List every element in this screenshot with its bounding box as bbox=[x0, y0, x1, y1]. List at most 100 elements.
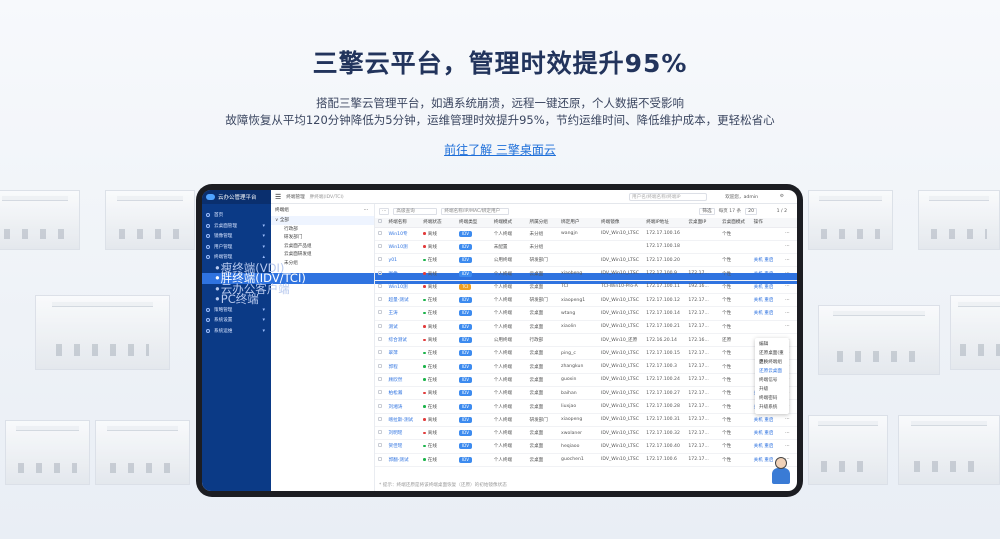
row-more-button[interactable]: ··· bbox=[782, 240, 797, 255]
learn-more-link[interactable]: 前往了解 三擎桌面云 bbox=[0, 141, 1000, 158]
table-search-input[interactable]: 终端名称/IP/MAC/绑定用户 bbox=[441, 207, 510, 215]
table-row[interactable]: 翠萍 在线 IDV 个人终端 云桌面 ping_c IDV_Win10_LTSC 172.17… bbox=[375, 346, 797, 361]
row-checkbox[interactable] bbox=[378, 310, 382, 315]
sidebar-item-2[interactable]: 镜像管理 ▾ bbox=[202, 231, 271, 242]
tree-node[interactable]: 云桌面研发组 bbox=[271, 250, 374, 259]
dropdown-option[interactable]: 升级系统 bbox=[755, 403, 789, 412]
row-checkbox-cell[interactable] bbox=[375, 266, 386, 281]
row-checkbox[interactable] bbox=[378, 323, 382, 328]
dropdown-option[interactable]: 终端密码 bbox=[755, 394, 789, 403]
row-checkbox-cell[interactable] bbox=[375, 453, 386, 467]
table-row[interactable]: Win10测 离线 IDV 未配置 未分组 172.17.100.18 ··· bbox=[375, 240, 797, 255]
table-row[interactable]: 贺佳瑶 在线 IDV 个人终端 云桌面 heqiaoo IDV_Win10_LTSC 172.… bbox=[375, 439, 797, 454]
more-button[interactable]: ··· bbox=[379, 207, 390, 215]
row-actions[interactable]: 关机 重启 bbox=[750, 293, 783, 308]
table-row[interactable]: y01 在线 IDV 公用终端 研发部门 IDV_Win10_LTSC 172.17.100… bbox=[375, 253, 797, 268]
terminal-name[interactable]: 郭翻-测试 bbox=[385, 453, 421, 467]
table-row[interactable]: 刘湘涛 在线 IDV 个人终端 云桌面 liuxjao IDV_Win10_LTSC 172.… bbox=[375, 399, 797, 414]
row-checkbox-cell[interactable] bbox=[375, 293, 386, 308]
row-checkbox[interactable] bbox=[378, 403, 382, 408]
row-more-button[interactable]: ··· bbox=[782, 306, 797, 321]
row-actions[interactable]: 关机 重启 bbox=[750, 439, 783, 454]
row-checkbox[interactable] bbox=[378, 283, 382, 288]
terminal-name[interactable]: 测试 bbox=[385, 320, 421, 334]
row-checkbox-cell[interactable] bbox=[375, 240, 386, 255]
row-checkbox[interactable] bbox=[378, 230, 382, 235]
row-more-button[interactable]: ··· bbox=[782, 266, 797, 281]
terminal-name[interactable]: 顾欣然 bbox=[385, 373, 421, 388]
row-checkbox[interactable] bbox=[378, 257, 382, 262]
row-checkbox[interactable] bbox=[378, 443, 382, 448]
tree-node[interactable]: 云桌面产品组 bbox=[271, 242, 374, 251]
sidebar-item-3[interactable]: 用户管理 ▾ bbox=[202, 242, 271, 253]
terminal-name[interactable]: 刘湘涛 bbox=[385, 399, 421, 414]
select-all-checkbox[interactable] bbox=[378, 219, 382, 224]
dropdown-option[interactable]: 升级 bbox=[755, 385, 789, 394]
row-checkbox[interactable] bbox=[378, 416, 382, 421]
table-row[interactable]: 刘明瑶 离线 IDV 个人终端 云桌面 xwolaner IDV_Win10_LTSC 172… bbox=[375, 426, 797, 441]
row-more-button[interactable]: ··· bbox=[782, 439, 797, 454]
terminal-name[interactable]: y01 bbox=[385, 253, 421, 268]
terminal-name[interactable]: Win10测 bbox=[385, 240, 421, 255]
row-checkbox-cell[interactable] bbox=[375, 359, 386, 374]
tree-node[interactable]: ∨ 全部 bbox=[271, 216, 374, 225]
row-checkbox[interactable] bbox=[378, 270, 382, 275]
pager[interactable]: 1 / 2 bbox=[777, 209, 787, 214]
sidebar-item-0[interactable]: 首页 bbox=[202, 210, 271, 221]
terminal-name[interactable]: Win10专 bbox=[385, 227, 421, 241]
table-row[interactable]: 综合测试 离线 IDV 公用终端 行政部 IDV_Win10_还原 172.16.20.14… bbox=[375, 333, 797, 348]
terminal-name[interactable]: 翠萍 bbox=[385, 346, 421, 361]
terminal-name[interactable]: 郭程 bbox=[385, 359, 421, 374]
terminal-name[interactable]: 喀拉斯-测试 bbox=[385, 413, 421, 427]
row-checkbox[interactable] bbox=[378, 363, 382, 368]
table-row[interactable]: 图像 离线 IDV 个人终端 云桌面 xiaobeng IDV_Win10_LTSC 172.… bbox=[375, 266, 797, 281]
dropdown-option[interactable]: 还原桌面(重启) bbox=[755, 349, 789, 365]
row-checkbox-cell[interactable] bbox=[375, 253, 386, 268]
row-checkbox-cell[interactable] bbox=[375, 320, 386, 334]
table-row[interactable]: 柏松瀚 离线 IDV 个人终端 云桌面 baihan IDV_Win10_LTSC 172.1… bbox=[375, 386, 797, 401]
row-checkbox-cell[interactable] bbox=[375, 333, 386, 348]
breadcrumb-1[interactable]: 终端管理 bbox=[286, 194, 304, 200]
sidebar-item-10[interactable]: 系统设置 ▾ bbox=[202, 315, 271, 326]
row-more-button[interactable]: ··· bbox=[782, 320, 797, 334]
tree-node[interactable]: 行政部 bbox=[271, 225, 374, 234]
row-checkbox-cell[interactable] bbox=[375, 280, 386, 294]
page-size-select[interactable]: 20 bbox=[745, 207, 757, 215]
row-more-button[interactable]: ··· bbox=[782, 253, 797, 268]
row-actions[interactable] bbox=[750, 227, 783, 241]
more-icon[interactable]: ··· bbox=[364, 208, 368, 213]
table-row[interactable]: 超量-测试 在线 IDV 个人终端 研发部门 xiaopeng1 IDV_Win10_LTS… bbox=[375, 293, 797, 308]
row-actions[interactable]: 关机 重启 bbox=[750, 413, 783, 427]
table-row[interactable]: 顾欣然 在线 IDV 个人终端 云桌面 guoxin IDV_Win10_LTSC 172.1… bbox=[375, 373, 797, 388]
row-actions[interactable] bbox=[750, 240, 783, 255]
row-more-button[interactable]: ··· bbox=[782, 293, 797, 308]
row-actions[interactable]: 关机 重启 bbox=[750, 253, 783, 268]
row-checkbox-cell[interactable] bbox=[375, 413, 386, 427]
dropdown-option[interactable]: 还原云桌面 bbox=[755, 367, 789, 376]
assistant-avatar[interactable] bbox=[769, 455, 793, 485]
row-more-button[interactable]: ··· bbox=[782, 280, 797, 294]
table-row[interactable]: 王涛 在线 IDV 个人终端 云桌面 wtang IDV_Win10_LTSC 172.17.… bbox=[375, 306, 797, 321]
table-row[interactable]: Win10专 离线 IDV 个人终端 未分组 wangjn IDV_Win10_LTSC 17… bbox=[375, 227, 797, 241]
row-checkbox-cell[interactable] bbox=[375, 227, 386, 241]
row-checkbox[interactable] bbox=[378, 430, 382, 435]
group-filter-button[interactable]: 筛选 bbox=[699, 207, 715, 215]
sidebar-item-9[interactable]: 策略管理 ▾ bbox=[202, 305, 271, 316]
row-checkbox-cell[interactable] bbox=[375, 399, 386, 414]
terminal-name[interactable]: 柏松瀚 bbox=[385, 386, 421, 401]
row-actions[interactable] bbox=[750, 320, 783, 334]
terminal-name[interactable]: 图像 bbox=[385, 266, 421, 281]
row-more-button[interactable]: ··· bbox=[782, 413, 797, 427]
terminal-name[interactable]: 王涛 bbox=[385, 306, 421, 321]
advanced-filter-dropdown[interactable]: 高级查询 bbox=[393, 207, 438, 215]
row-checkbox[interactable] bbox=[378, 297, 382, 302]
dropdown-option[interactable]: 编辑 bbox=[755, 340, 789, 349]
tree-node[interactable]: 研发部门 bbox=[271, 233, 374, 242]
row-more-button[interactable]: ··· bbox=[782, 227, 797, 241]
row-actions[interactable]: 关机 重启 bbox=[750, 306, 783, 321]
terminal-name[interactable]: 贺佳瑶 bbox=[385, 439, 421, 454]
table-row[interactable]: 郭程 在线 IDV 个人终端 云桌面 zhangkun IDV_Win10_LTSC 172.… bbox=[375, 359, 797, 374]
gear-icon[interactable]: ⚙ bbox=[780, 194, 784, 199]
row-checkbox-cell[interactable] bbox=[375, 386, 386, 401]
sidebar-item-11[interactable]: 系统运维 ▾ bbox=[202, 326, 271, 337]
